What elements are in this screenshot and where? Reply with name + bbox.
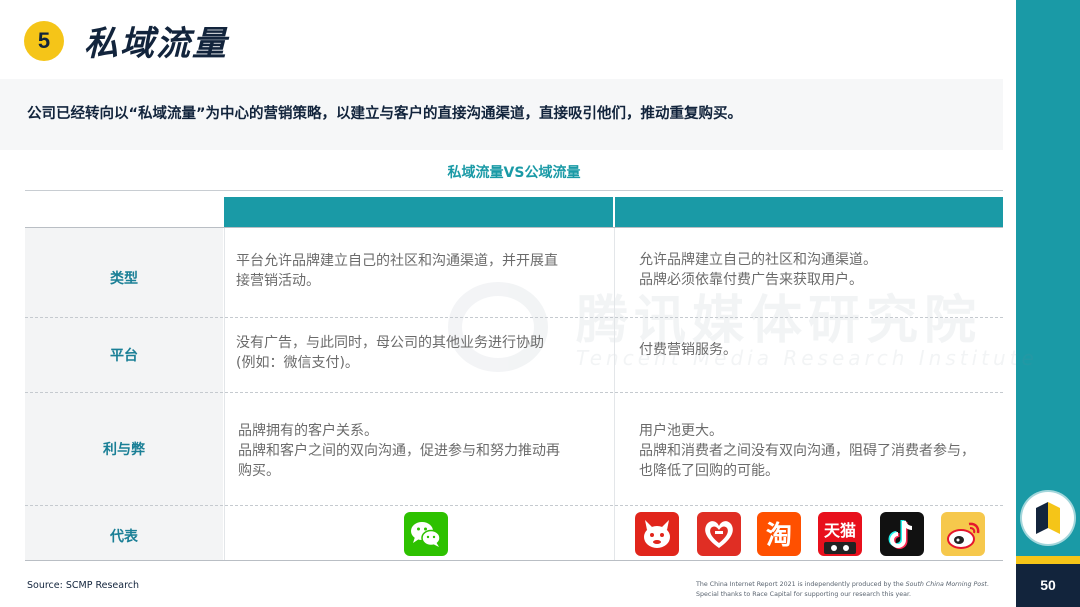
row-label-pros-cons: 利与弊 xyxy=(103,442,145,458)
cell-line: 品牌必须依靠付费广告来获取用户。 xyxy=(639,272,863,288)
cell-line: 接营销活动。 xyxy=(236,273,320,289)
table-title-divider xyxy=(25,190,1003,191)
wechat-icon xyxy=(404,512,448,556)
scmp-logo-icon xyxy=(1022,492,1074,544)
table-header-private xyxy=(224,197,613,227)
table-title: 私域流量VS公域流量 xyxy=(447,165,581,181)
cell-line: (例如：微信支付)。 xyxy=(236,355,359,371)
side-gold-stripe xyxy=(1016,556,1080,564)
footer-note-publication: South China Morning Post xyxy=(905,581,987,588)
row-label-type: 类型 xyxy=(110,271,138,287)
cell-line: 用户池更大。 xyxy=(639,423,723,439)
cell-line: 购买。 xyxy=(238,463,280,479)
footer-note-text: . xyxy=(986,581,989,588)
table-bottom-border xyxy=(25,560,1003,561)
taobao-icon: 淘 xyxy=(757,512,801,556)
cell-private-platform: 没有广告，与此同时，母公司的其他业务进行协助 (例如：微信支付)。 xyxy=(236,333,544,373)
source-citation: Source: SCMP Research xyxy=(27,580,140,591)
row-divider xyxy=(25,227,1003,228)
row-divider xyxy=(25,392,1003,393)
footer-note: The China Internet Report 2021 is indepe… xyxy=(696,580,989,600)
cell-private-pros-cons: 品牌拥有的客户关系。 品牌和客户之间的双向沟通，促进参与和努力推动再 购买。 xyxy=(238,421,560,481)
intro-text: 公司已经转向以“私域流量”为中心的营销策略，以建立与客户的直接沟通渠道，直接吸引… xyxy=(27,106,743,122)
cell-line: 付费营销服务。 xyxy=(639,342,737,358)
jd-icon xyxy=(635,512,679,556)
column-divider xyxy=(224,228,225,560)
cell-line: 允许品牌建立自己的社区和沟通渠道。 xyxy=(639,252,877,268)
pinduoduo-icon xyxy=(697,512,741,556)
section-number-badge: 5 xyxy=(24,21,64,61)
cell-public-type: 允许品牌建立自己的社区和沟通渠道。 品牌必须依靠付费广告来获取用户。 xyxy=(639,250,877,290)
footer-note-line1: The China Internet Report 2021 is indepe… xyxy=(696,580,989,590)
table-header-public xyxy=(615,197,1003,227)
douyin-icon xyxy=(880,512,924,556)
tmall-icon: 天猫 xyxy=(818,512,862,556)
row-label-platform: 平台 xyxy=(110,348,138,364)
cell-public-pros-cons: 用户池更大。 品牌和消费者之间没有双向沟通，阻碍了消费者参与， 也降低了回购的可… xyxy=(639,421,975,481)
column-divider xyxy=(614,228,615,560)
tmall-icon-text: 天猫 xyxy=(824,521,856,540)
cell-line: 平台允许品牌建立自己的社区和沟通渠道，并开展直 xyxy=(236,253,558,269)
cell-public-platform: 付费营销服务。 xyxy=(639,340,737,360)
row-label-representatives: 代表 xyxy=(110,529,138,545)
page-number: 50 xyxy=(1040,577,1056,593)
weibo-icon xyxy=(941,512,985,556)
page-title: 私域流量 xyxy=(84,24,228,64)
footer-note-line2: Special thanks to Race Capital for suppo… xyxy=(696,591,911,598)
row-divider xyxy=(25,505,1003,506)
cell-line: 品牌拥有的客户关系。 xyxy=(238,423,378,439)
footer-note-text: The China Internet Report 2021 is indepe… xyxy=(696,581,906,588)
cell-line: 没有广告，与此同时，母公司的其他业务进行协助 xyxy=(236,335,544,351)
svg-text:淘: 淘 xyxy=(766,521,792,551)
cell-line: 品牌和消费者之间没有双向沟通，阻碍了消费者参与， xyxy=(639,443,975,459)
cell-line: 品牌和客户之间的双向沟通，促进参与和努力推动再 xyxy=(238,443,560,459)
cell-line: 也降低了回购的可能。 xyxy=(639,463,779,479)
cell-private-type: 平台允许品牌建立自己的社区和沟通渠道，并开展直 接营销活动。 xyxy=(236,251,558,291)
row-divider xyxy=(25,317,1003,318)
